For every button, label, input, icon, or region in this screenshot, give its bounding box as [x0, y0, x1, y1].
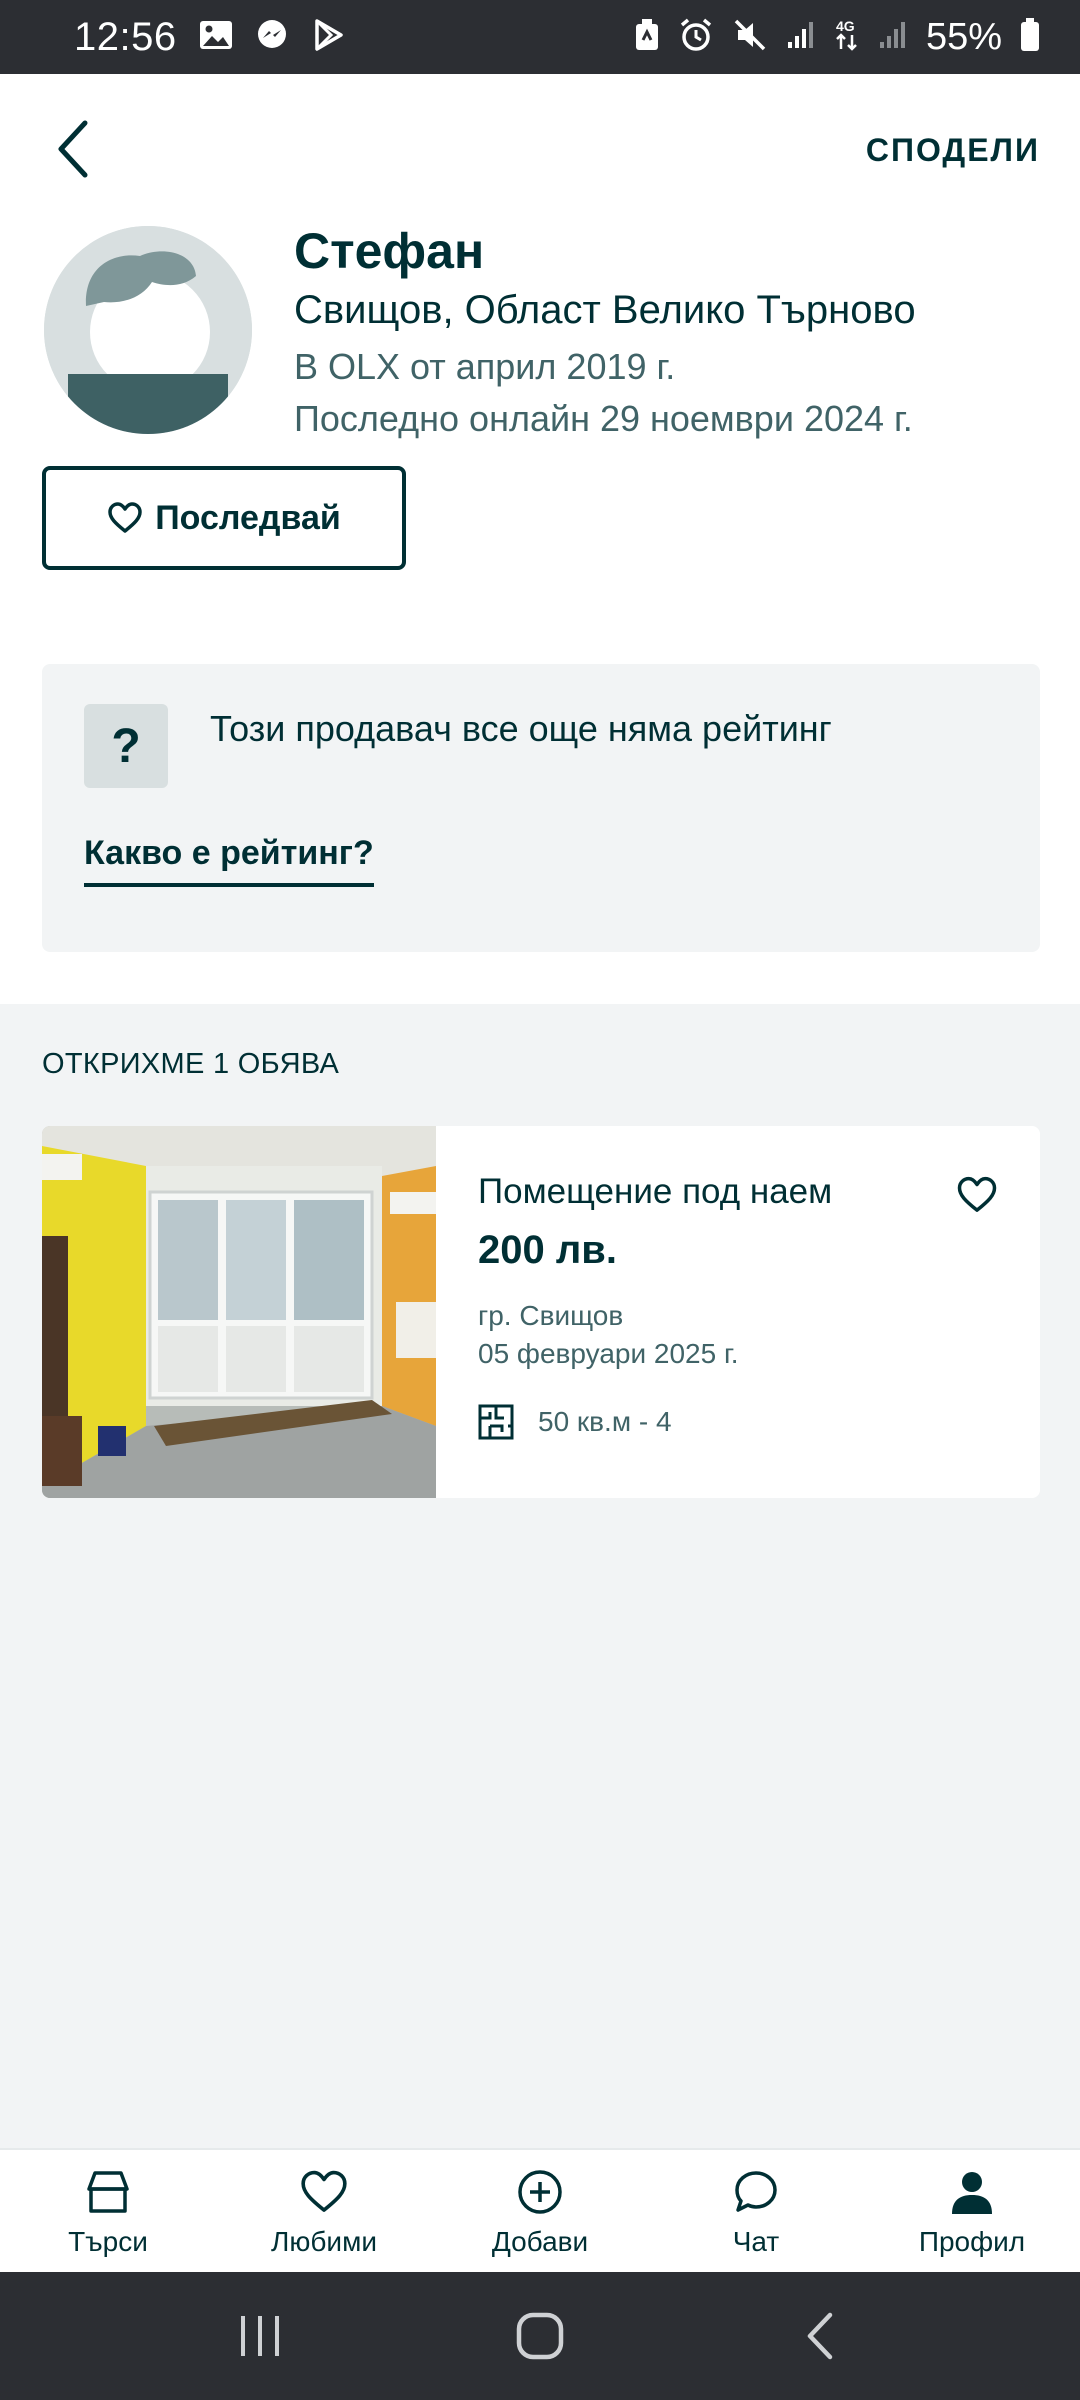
- bottom-navigation: Търси Любими Добави Чат Профил: [0, 2148, 1080, 2272]
- listing-price: 200 лв.: [478, 1228, 617, 1272]
- nav-favorites-label: Любими: [271, 2226, 377, 2257]
- status-left: 12:56: [74, 15, 345, 60]
- follow-button[interactable]: Последвай: [42, 466, 406, 570]
- system-navigation-bar: [0, 2272, 1080, 2400]
- play-store-icon: [311, 18, 345, 57]
- battery-saver-icon: [634, 18, 660, 57]
- listing-location: гр. Свищов: [478, 1300, 624, 1331]
- listing-title: Помещение под наем: [478, 1172, 833, 1211]
- share-button[interactable]: СПОДЕЛИ: [866, 132, 1040, 169]
- listing-card[interactable]: Помещение под наем 200 лв. гр. Свищов 05…: [42, 1126, 1040, 1498]
- nav-add-label: Добави: [491, 2226, 589, 2257]
- seller-last-online: Последно онлайн 29 ноември 2024 г.: [294, 398, 913, 439]
- seller-name: Стефан: [294, 223, 485, 279]
- recent-apps-icon: [241, 2316, 279, 2356]
- what-is-rating-link[interactable]: Какво е рейтинг?: [84, 834, 374, 887]
- floor-plan-icon: [478, 1404, 514, 1440]
- signal-icon: [786, 20, 816, 55]
- alarm-icon: [678, 17, 714, 58]
- listing-area-text: 50 кв.м - 4: [538, 1406, 672, 1437]
- rating-message: Този продавач все още няма рейтинг: [210, 708, 832, 749]
- chat-icon: [732, 2164, 780, 2220]
- nav-favorites[interactable]: Любими: [216, 2150, 432, 2272]
- rating-card: ? Този продавач все още няма рейтинг Как…: [42, 664, 1040, 952]
- gallery-icon: [199, 20, 233, 55]
- listings-count: ОТКРИХМЕ 1 ОБЯВА: [42, 1048, 340, 1080]
- plus-circle-icon: [516, 2164, 564, 2220]
- default-avatar-icon: [44, 226, 252, 434]
- heart-icon: [299, 2164, 349, 2220]
- question-icon: ?: [84, 704, 168, 788]
- status-right: 4G 55%: [634, 16, 1040, 59]
- nav-search[interactable]: Търси: [0, 2150, 216, 2272]
- seller-location: Свищов, Област Велико Търново: [294, 288, 916, 332]
- nav-search-label: Търси: [68, 2226, 148, 2257]
- home-icon: [85, 2164, 131, 2220]
- heart-outline-icon: [957, 1176, 997, 1212]
- chevron-left-icon: [58, 120, 88, 178]
- avatar: [44, 226, 252, 434]
- back-button[interactable]: [38, 114, 108, 184]
- nav-chat[interactable]: Чат: [648, 2150, 864, 2272]
- messenger-icon: [255, 18, 289, 57]
- listing-date: 05 февруари 2025 г.: [478, 1338, 739, 1369]
- signal-icon-2: [878, 20, 908, 55]
- listing-area: 50 кв.м - 4: [478, 1404, 672, 1440]
- network-4g-icon: 4G: [834, 17, 860, 58]
- seller-member-since: В OLX от април 2019 г.: [294, 346, 676, 387]
- svg-text:4G: 4G: [836, 18, 855, 34]
- nav-add[interactable]: Добави: [432, 2150, 648, 2272]
- system-back-button[interactable]: [760, 2296, 880, 2376]
- listing-photo: [42, 1126, 436, 1498]
- favorite-button[interactable]: [952, 1170, 1002, 1220]
- recent-apps-button[interactable]: [200, 2296, 320, 2376]
- nav-chat-label: Чат: [732, 2226, 780, 2257]
- home-button[interactable]: [480, 2296, 600, 2376]
- profile-header: СПОДЕЛИ Стефан Свищов, Област Велико Тър…: [0, 74, 1080, 1004]
- battery-icon: [1020, 17, 1040, 57]
- follow-label: Последвай: [155, 498, 341, 537]
- person-icon: [948, 2164, 996, 2220]
- battery-level: 55%: [925, 15, 1002, 58]
- home-circle-icon: [516, 2312, 564, 2360]
- back-arrow-icon: [807, 2312, 833, 2360]
- nav-profile[interactable]: Профил: [864, 2150, 1080, 2272]
- status-time: 12:56: [74, 14, 177, 59]
- status-bar: 12:56 4G 55%: [0, 0, 1080, 74]
- mute-icon: [732, 17, 768, 58]
- heart-outline-icon: [108, 502, 142, 533]
- nav-profile-label: Профил: [918, 2226, 1026, 2257]
